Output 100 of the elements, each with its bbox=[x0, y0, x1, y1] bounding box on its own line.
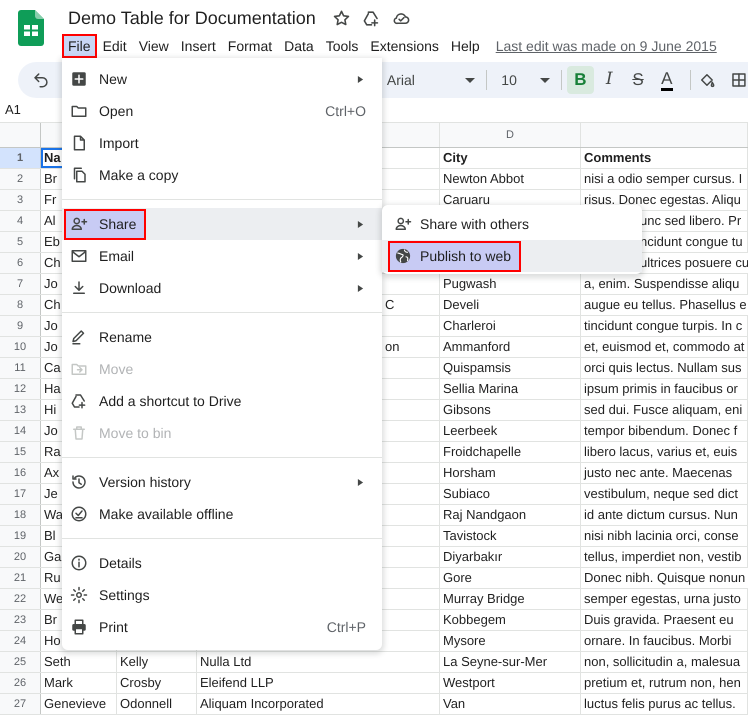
table-cell: Ammanford bbox=[440, 337, 581, 357]
menu-bar-item[interactable]: Data bbox=[278, 34, 320, 58]
menu-item[interactable]: Share bbox=[62, 208, 382, 240]
row-number[interactable]: 21 bbox=[0, 568, 41, 588]
caret-icon bbox=[540, 78, 550, 82]
row-number[interactable]: 27 bbox=[0, 694, 41, 714]
row-number[interactable]: 17 bbox=[0, 484, 41, 504]
row-number[interactable]: 20 bbox=[0, 547, 41, 567]
font-size-dropdown[interactable]: 10 bbox=[495, 66, 553, 94]
row-number[interactable]: 26 bbox=[0, 673, 41, 693]
row-number[interactable]: 5 bbox=[0, 232, 41, 252]
last-edit-link[interactable]: Last edit was made on 9 June 2015 bbox=[496, 36, 717, 56]
table-cell: Charleroi bbox=[440, 316, 581, 336]
menu-bar-item[interactable]: Tools bbox=[320, 34, 364, 58]
printer-icon bbox=[70, 618, 88, 636]
table-cell: Newton Abbot bbox=[440, 169, 581, 189]
cell-reference-field[interactable]: A1 bbox=[0, 100, 21, 120]
row-number[interactable]: 2 bbox=[0, 169, 41, 189]
row-number[interactable]: 15 bbox=[0, 442, 41, 462]
info-icon bbox=[70, 554, 88, 572]
menu-bar-item[interactable]: File bbox=[62, 34, 97, 58]
row-number[interactable]: 24 bbox=[0, 631, 41, 651]
spreadsheet-logo-icon[interactable] bbox=[18, 10, 44, 46]
menu-bar-item[interactable]: Edit bbox=[96, 34, 133, 58]
history-icon bbox=[70, 473, 88, 491]
menu-bar-item[interactable]: Format bbox=[222, 34, 278, 58]
plus-square-icon bbox=[70, 70, 88, 88]
row-number[interactable]: 25 bbox=[0, 652, 41, 672]
font-dropdown[interactable]: Arial bbox=[386, 66, 478, 94]
table-cell: Comments bbox=[581, 148, 748, 168]
menu-item[interactable]: New bbox=[62, 63, 382, 95]
table-cell: Froidchapelle bbox=[440, 442, 581, 462]
table-cell: Crosby bbox=[117, 673, 197, 693]
table-cell: luctus felis purus ac tellus. bbox=[581, 694, 748, 714]
document-title[interactable]: Demo Table for Documentation bbox=[62, 5, 316, 31]
row-number[interactable]: 13 bbox=[0, 400, 41, 420]
row-number[interactable]: 4 bbox=[0, 211, 41, 231]
table-cell: justo nec ante. Maecenas bbox=[581, 463, 748, 483]
table-cell: Tavistock bbox=[440, 526, 581, 546]
table-cell: Murray Bridge bbox=[440, 589, 581, 609]
row-number[interactable]: 7 bbox=[0, 274, 41, 294]
row-number[interactable]: 11 bbox=[0, 358, 41, 378]
menu-bar-item[interactable]: Insert bbox=[174, 34, 222, 58]
column-header[interactable]: D bbox=[506, 126, 514, 144]
undo-icon[interactable] bbox=[32, 71, 50, 89]
submenu-arrow-icon bbox=[357, 76, 364, 82]
person-add-icon bbox=[70, 215, 88, 233]
format-button[interactable]: I bbox=[596, 66, 623, 94]
table-cell: Genevieve bbox=[41, 694, 117, 714]
table-cell: ipsum primis in faucibus or bbox=[581, 379, 748, 399]
table-cell: Develi bbox=[440, 295, 581, 315]
table-cell: non, sollicitudin a, malesua bbox=[581, 652, 748, 672]
table-cell: Donec nibh. Quisque nonun bbox=[581, 568, 748, 588]
row-number[interactable]: 18 bbox=[0, 505, 41, 525]
row-number[interactable]: 1 bbox=[0, 148, 41, 168]
submenu-arrow-icon bbox=[357, 252, 364, 260]
table-cell: Seth bbox=[41, 652, 117, 672]
table-cell: vestibulum, neque sed dict bbox=[581, 484, 748, 504]
row-number[interactable]: 19 bbox=[0, 526, 41, 546]
table-cell: Raj Nandgaon bbox=[440, 505, 581, 525]
row-number[interactable]: 16 bbox=[0, 463, 41, 483]
format-button[interactable]: A bbox=[653, 66, 680, 94]
table-cell: nisi nibh lacinia orci, conse bbox=[581, 526, 748, 546]
star-icon[interactable] bbox=[332, 8, 351, 28]
triangle-plus-icon[interactable] bbox=[362, 8, 381, 28]
menu-bar-item[interactable]: Help bbox=[444, 34, 486, 58]
person-add-icon bbox=[394, 215, 412, 233]
row-number[interactable]: 12 bbox=[0, 379, 41, 399]
paint-bucket-icon[interactable] bbox=[698, 71, 716, 89]
borders-icon[interactable] bbox=[730, 71, 748, 89]
table-cell: semper egestas, urna justo bbox=[581, 589, 748, 609]
row-number[interactable]: 6 bbox=[0, 253, 41, 273]
format-button[interactable]: S bbox=[624, 66, 652, 94]
menu-bar-item[interactable]: Extensions bbox=[364, 34, 445, 58]
table-cell: Kobbegem bbox=[440, 610, 581, 630]
table-cell: Sellia Marina bbox=[440, 379, 581, 399]
row-number[interactable]: 23 bbox=[0, 610, 41, 630]
row-number[interactable]: 10 bbox=[0, 337, 41, 357]
menu-item[interactable]: Open Ctrl+O bbox=[62, 95, 382, 127]
table-cell: libero lacus, varius et, euis bbox=[581, 442, 748, 462]
table-cell: Van bbox=[440, 694, 581, 714]
row-number[interactable]: 9 bbox=[0, 316, 41, 336]
submenu-arrow-icon bbox=[357, 284, 364, 292]
row-number[interactable]: 14 bbox=[0, 421, 41, 441]
trash-icon bbox=[70, 424, 88, 442]
check-circle-icon bbox=[70, 505, 88, 523]
table-cell: Nulla Ltd bbox=[197, 652, 440, 672]
table-cell: orci quis lectus. Nullam sus bbox=[581, 358, 748, 378]
menu-bar-item[interactable]: View bbox=[132, 34, 175, 58]
table-cell: Mark bbox=[41, 673, 117, 693]
table-cell: Westport bbox=[440, 673, 581, 693]
table-cell: Leerbeek bbox=[440, 421, 581, 441]
row-number[interactable]: 3 bbox=[0, 190, 41, 210]
menu-item[interactable]: Publish to web bbox=[382, 240, 642, 272]
table-cell: Aliquam Incorporated bbox=[197, 694, 440, 714]
table-cell: Duis gravida. Praesent eu bbox=[581, 610, 748, 630]
row-number[interactable]: 22 bbox=[0, 589, 41, 609]
row-number[interactable]: 8 bbox=[0, 295, 41, 315]
format-button[interactable]: B bbox=[566, 66, 594, 94]
table-cell: Gore bbox=[440, 568, 581, 588]
